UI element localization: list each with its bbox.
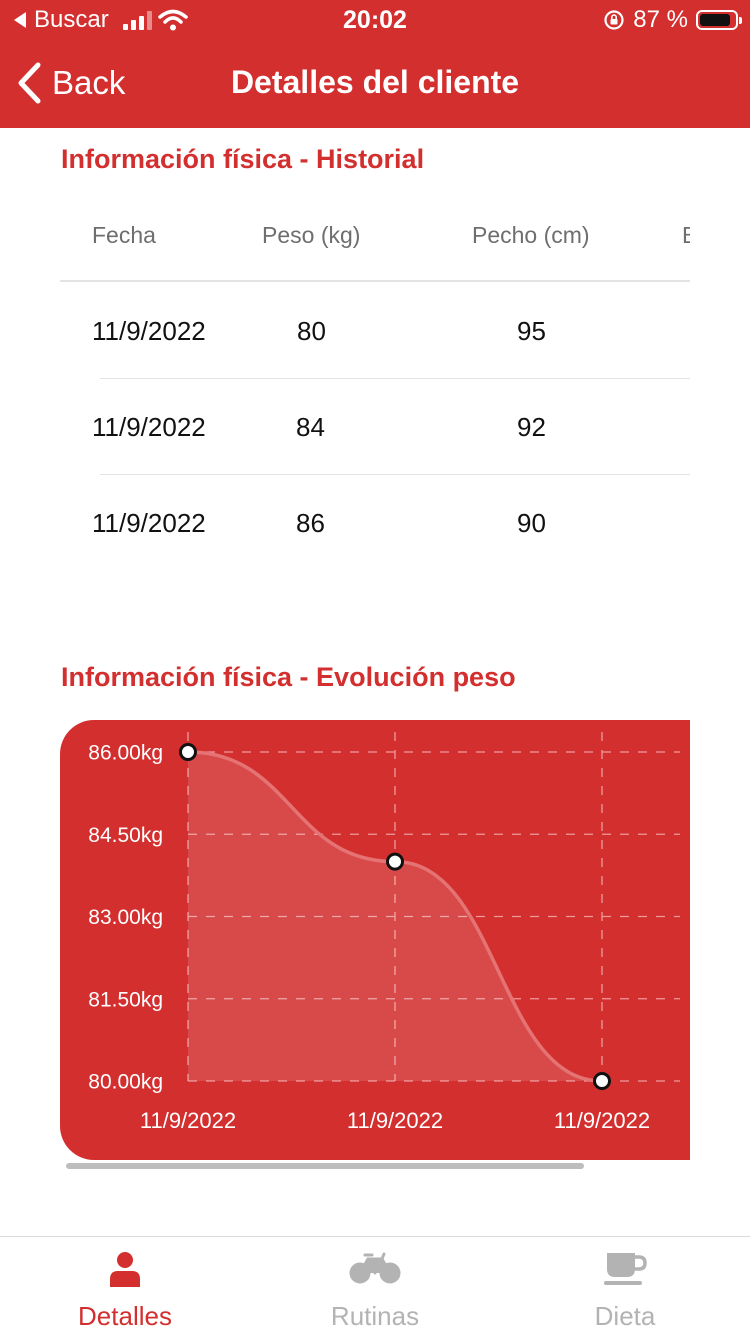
tab-label: Rutinas [330, 1301, 420, 1331]
cell-fecha: 11/9/2022 [92, 412, 206, 442]
status-right: 87 % [603, 6, 742, 34]
cell-peso: 86 [296, 508, 325, 538]
back-label: Back [52, 64, 126, 101]
cell-fecha: 11/9/2022 [92, 508, 206, 538]
table-header: Fecha Peso (kg) Pecho (cm) B [60, 190, 690, 282]
cell-pecho: 95 [517, 316, 546, 346]
tab-dieta[interactable]: Dieta [500, 1237, 750, 1335]
x-tick-label: 11/9/2022 [347, 1108, 443, 1133]
y-tick-label: 84.50kg [88, 824, 163, 847]
data-point [593, 1072, 611, 1090]
y-tick-label: 86.00kg [88, 742, 163, 765]
table-row[interactable]: 11/9/2022 80 95 [92, 282, 690, 379]
column-header-peso[interactable]: Peso (kg) [262, 222, 360, 249]
column-header-truncated[interactable]: B [682, 222, 690, 249]
data-point [179, 743, 197, 761]
battery-percent: 87 % [633, 6, 688, 33]
cell-peso: 84 [296, 412, 325, 442]
table-row[interactable]: 11/9/2022 86 90 [92, 474, 690, 570]
app-header: Buscar 20:02 87 % Back Detalles del clie… [0, 0, 750, 128]
chevron-left-icon [18, 62, 41, 104]
tab-detalles[interactable]: Detalles [0, 1237, 250, 1335]
column-header-pecho[interactable]: Pecho (cm) [472, 222, 590, 249]
orientation-lock-icon [604, 10, 624, 30]
cell-peso: 80 [297, 316, 326, 346]
x-tick-label: 11/9/2022 [140, 1108, 236, 1133]
table-row[interactable]: 11/9/2022 84 92 [92, 378, 690, 475]
status-bar: Buscar 20:02 87 % [0, 0, 750, 40]
y-tick-label: 83.00kg [88, 906, 163, 929]
evolution-section-title: Información física - Evolución peso [61, 662, 516, 692]
cell-pecho: 90 [517, 508, 546, 538]
weight-chart-svg: 86.00kg 84.50kg 83.00kg 81.50kg 80.00kg 11/9/… [88, 732, 680, 1133]
cell-pecho: 92 [517, 412, 546, 442]
x-tick-label: 11/9/2022 [554, 1108, 650, 1133]
data-point [386, 852, 404, 871]
series-area [188, 752, 602, 1081]
bicycle-icon [250, 1251, 500, 1291]
horizontal-scrollbar[interactable] [66, 1163, 584, 1169]
back-button[interactable]: Back [16, 62, 125, 104]
tab-label: Detalles [78, 1301, 172, 1331]
history-table[interactable]: Fecha Peso (kg) Pecho (cm) B 11/9/2022 8… [60, 190, 690, 570]
cell-fecha: 11/9/2022 [92, 316, 206, 346]
y-tick-label: 80.00kg [88, 1071, 163, 1094]
column-header-fecha[interactable]: Fecha [92, 222, 156, 249]
weight-chart[interactable]: 86.00kg 84.50kg 83.00kg 81.50kg 80.00kg 11/9/… [60, 720, 690, 1160]
y-tick-label: 81.50kg [88, 988, 163, 1011]
tab-rutinas[interactable]: Rutinas [250, 1237, 500, 1335]
coffee-cup-icon [500, 1251, 750, 1291]
history-section-title: Información física - Historial [61, 144, 425, 174]
tab-bar: Detalles Rutinas Dieta [0, 1236, 750, 1335]
tab-label: Dieta [594, 1301, 656, 1331]
battery-icon [696, 10, 742, 30]
navigation-bar: Back Detalles del cliente [0, 40, 750, 128]
person-icon [0, 1251, 250, 1291]
